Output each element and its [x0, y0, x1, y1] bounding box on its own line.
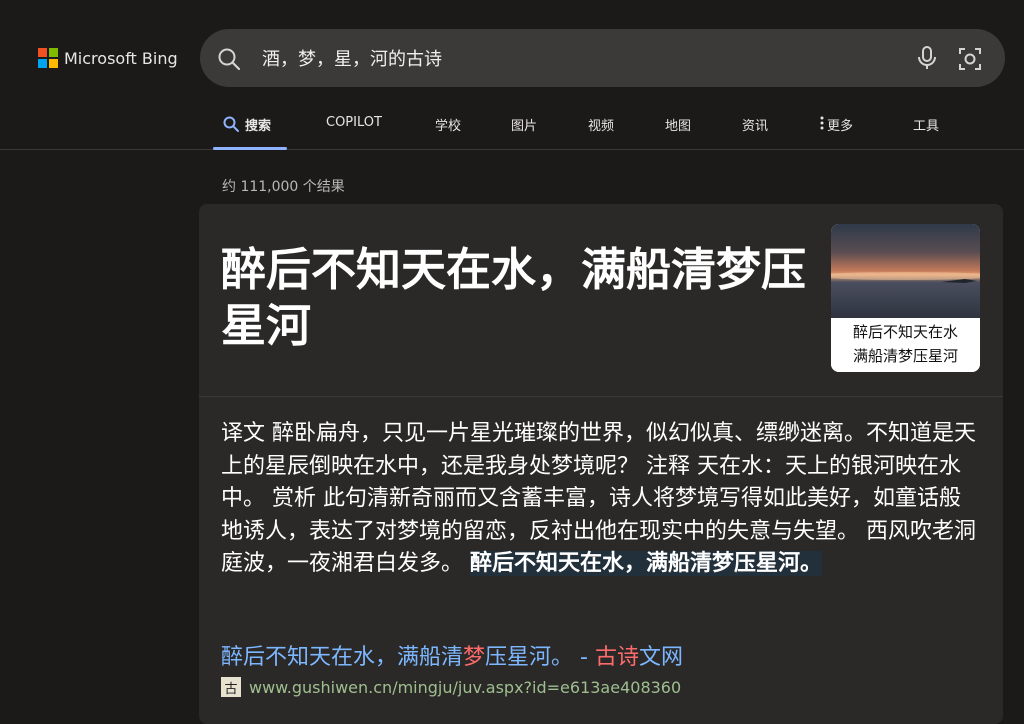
nav-tabs: 搜索 COPILOT 学校 图片 视频 地图 资讯 更多 工具 — [213, 106, 951, 150]
link-text: 文网 — [638, 645, 683, 670]
snippet-highlight: 醉后不知天在水，满船清梦压星河。 — [470, 551, 823, 576]
tab-label: 搜索 — [245, 119, 272, 134]
sunset-lake-image — [831, 224, 980, 318]
tab-videos[interactable]: 视频 — [588, 106, 626, 150]
tab-label: 学校 — [435, 119, 462, 134]
tab-school[interactable]: 学校 — [435, 106, 473, 150]
search-icon[interactable] — [216, 46, 242, 72]
tab-copilot[interactable]: COPILOT — [326, 106, 396, 150]
url-text: www.gushiwen.cn/mingju/juv.aspx?id=e613a… — [249, 677, 682, 697]
tab-tools[interactable]: 工具 — [913, 106, 951, 150]
link-highlight: 梦 — [463, 645, 486, 670]
tab-label: 工具 — [913, 119, 940, 134]
tab-maps[interactable]: 地图 — [665, 106, 703, 150]
source-url[interactable]: 古 www.gushiwen.cn/mingju/juv.aspx?id=e61… — [221, 677, 681, 697]
brand-name: Microsoft Bing — [64, 48, 178, 68]
thumbnail-line: 醉后不知天在水 — [852, 323, 958, 341]
microsoft-logo-icon — [38, 48, 58, 68]
tab-label: COPILOT — [326, 115, 382, 130]
tab-label: 更多 — [827, 119, 854, 134]
search-box[interactable] — [200, 29, 1005, 87]
tab-label: 图片 — [511, 119, 538, 134]
answer-thumbnail[interactable]: 醉后不知天在水 满船清梦压星河 — [831, 224, 980, 372]
tab-images[interactable]: 图片 — [511, 106, 549, 150]
microphone-icon[interactable] — [916, 45, 938, 71]
tab-label: 资讯 — [742, 119, 769, 134]
tab-more[interactable]: 更多 — [819, 106, 875, 150]
answer-card: 醉后不知天在水，满船清梦压星河 醉后不知天在水 满船清梦压星河 译文 醉卧扁舟，… — [199, 204, 1003, 724]
link-highlight: 古诗 — [594, 645, 639, 670]
tab-news[interactable]: 资讯 — [742, 106, 780, 150]
thumbnail-line: 满船清梦压星河 — [852, 347, 958, 365]
search-icon — [223, 116, 239, 132]
tab-search[interactable]: 搜索 — [213, 106, 287, 150]
bing-logo[interactable]: Microsoft Bing — [38, 48, 178, 68]
link-text: 醉后不知天在水，满船清 — [221, 645, 464, 670]
visual-search-icon[interactable] — [957, 46, 983, 72]
tab-label: 视频 — [588, 119, 615, 134]
source-link[interactable]: 醉后不知天在水，满船清梦压星河。 - 古诗文网 — [221, 639, 683, 671]
answer-snippet: 译文 醉卧扁舟，只见一片星光璀璨的世界，似幻似真、缥缈迷离。不知道是天上的星辰倒… — [221, 418, 981, 581]
answer-title: 醉后不知天在水，满船清梦压星河 — [221, 243, 807, 352]
site-favicon-icon: 古 — [221, 677, 241, 697]
thumbnail-calligraphy: 醉后不知天在水 满船清梦压星河 — [831, 318, 980, 372]
link-text: 压星河。 - — [485, 645, 595, 670]
search-input[interactable] — [262, 42, 902, 74]
header: Microsoft Bing 搜索 COPILOT 学校 图片 视频 — [0, 0, 1024, 150]
more-vertical-icon — [820, 116, 824, 130]
results-count: 约 111,000 个结果 — [222, 179, 345, 195]
divider — [199, 396, 1003, 397]
tab-label: 地图 — [665, 119, 692, 134]
